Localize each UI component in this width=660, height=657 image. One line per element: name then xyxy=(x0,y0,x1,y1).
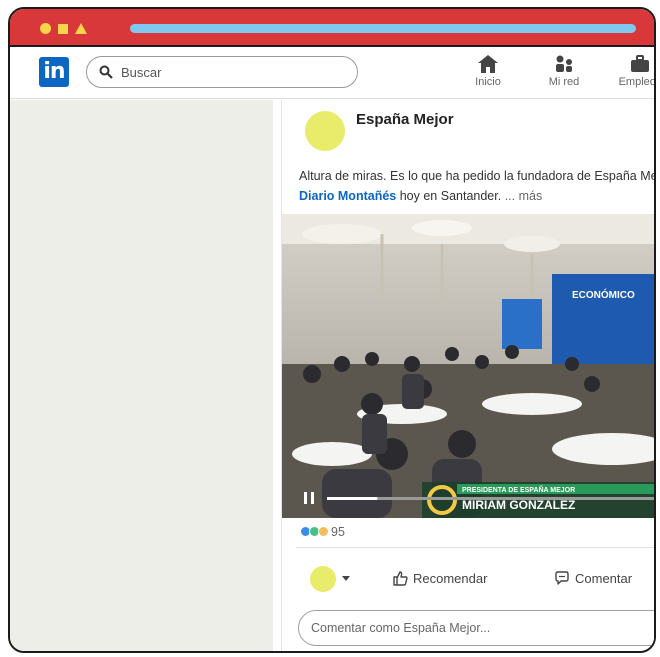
briefcase-icon xyxy=(631,55,649,72)
thumbs-up-icon xyxy=(393,571,408,586)
post-text-line-2: Diario Montañés hoy en Santander. ... má… xyxy=(299,186,654,206)
video-frame: ECONÓMICO PRESIDENTA DE ESPAÑA MEJOR MIR… xyxy=(282,214,654,518)
actions-divider xyxy=(296,547,654,548)
insightful-reaction-icon xyxy=(318,526,329,538)
video-banner-title: PRESIDENTA DE ESPAÑA MEJOR xyxy=(462,485,575,494)
post-text-rest: hoy en Santander. xyxy=(396,189,502,203)
nav-item-mi-red[interactable]: Mi red xyxy=(534,54,594,88)
nav-item-label: Empleos xyxy=(618,76,656,88)
comment-icon xyxy=(555,571,569,585)
browser-window: in Buscar Inicio Mi red Empleo España Me… xyxy=(8,7,656,653)
address-bar[interactable] xyxy=(130,24,636,33)
comment-placeholder: Comentar como España Mejor... xyxy=(311,621,491,635)
recommend-button[interactable]: Recomendar xyxy=(392,570,487,586)
reaction-count: 95 xyxy=(331,524,345,539)
feed-post: España Mejor Altura de miras. Es lo que … xyxy=(281,100,654,651)
maximize-triangle-icon[interactable] xyxy=(75,23,87,34)
home-icon xyxy=(478,55,498,73)
search-input[interactable]: Buscar xyxy=(86,56,358,88)
post-video[interactable]: ECONÓMICO PRESIDENTA DE ESPAÑA MEJOR MIR… xyxy=(282,214,654,518)
actor-avatar[interactable] xyxy=(310,566,336,592)
see-more-link[interactable]: ... más xyxy=(505,189,543,203)
nav-item-label: Inicio xyxy=(475,76,501,88)
post-actions: Recomendar Comentar xyxy=(282,562,654,602)
nav-item-empleos[interactable]: Empleos xyxy=(610,54,656,88)
pause-icon[interactable] xyxy=(304,492,307,504)
comment-button[interactable]: Comentar xyxy=(554,570,632,586)
reactions-summary[interactable]: 95 xyxy=(300,524,345,542)
linkedin-logo-icon[interactable]: in xyxy=(39,57,69,87)
post-author-name[interactable]: España Mejor xyxy=(356,111,454,128)
post-text-line-1: Altura de miras. Es lo que ha pedido la … xyxy=(299,169,656,183)
window-titlebar xyxy=(10,9,654,47)
left-sidebar xyxy=(10,100,273,651)
video-progress-fill xyxy=(327,497,378,500)
nav-item-inicio[interactable]: Inicio xyxy=(458,54,518,88)
nav-item-label: Mi red xyxy=(548,76,580,88)
chevron-down-icon[interactable] xyxy=(342,576,350,581)
close-dot-icon[interactable] xyxy=(40,23,51,34)
minimize-square-icon[interactable] xyxy=(58,24,68,34)
comment-label: Comentar xyxy=(575,570,633,586)
linkedin-top-nav: in Buscar Inicio Mi red Empleo xyxy=(10,49,654,99)
comment-input[interactable]: Comentar como España Mejor... xyxy=(298,610,654,646)
author-avatar[interactable] xyxy=(305,111,345,151)
people-icon xyxy=(556,55,572,72)
post-text: Altura de miras. Es lo que ha pedido la … xyxy=(299,166,656,206)
mention-link[interactable]: Diario Montañés xyxy=(299,189,396,203)
recommend-label: Recomendar xyxy=(413,570,488,586)
search-placeholder: Buscar xyxy=(121,65,162,80)
search-icon xyxy=(99,65,113,79)
stage-screen-text: ECONÓMICO xyxy=(572,288,635,301)
